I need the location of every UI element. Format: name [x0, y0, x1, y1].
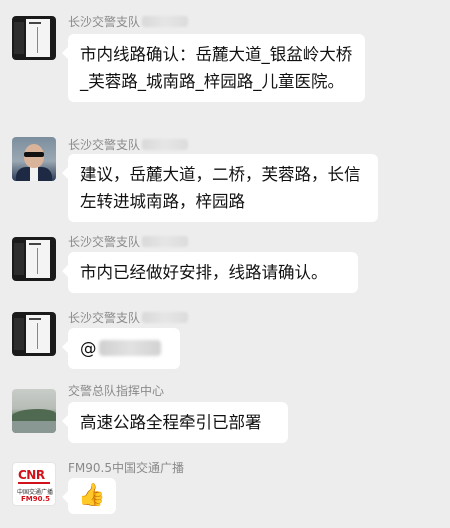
mention-text: @	[80, 339, 97, 358]
redacted-mention	[98, 340, 161, 356]
message-bubble[interactable]: @	[62, 328, 180, 369]
sender-name: 长沙交警支队	[68, 136, 189, 153]
document-avatar[interactable]	[12, 237, 56, 281]
person-sunglasses-avatar[interactable]	[12, 137, 56, 181]
sender-name: FM90.5中国交通广播	[68, 461, 184, 475]
sender-name: 长沙交警支队	[68, 309, 189, 326]
thumbs-up-icon: 👍	[78, 483, 106, 508]
message-bubble[interactable]: 市内已经做好安排，线路请确认。	[62, 252, 358, 293]
message-bubble[interactable]: 建议，岳麓大道，二桥，芙蓉路，长信左转进城南路，梓园路	[62, 154, 378, 222]
landscape-avatar[interactable]	[12, 389, 56, 433]
cnr-logo-freq: FM90.5	[21, 495, 51, 503]
sender-name: 交警总队指挥中心	[68, 384, 165, 398]
document-avatar[interactable]	[12, 16, 56, 60]
thumbs-up-bubble[interactable]: 👍	[62, 478, 116, 514]
sender-name: 长沙交警支队	[68, 13, 189, 30]
cnr-logo-avatar[interactable]: CNR 中国交通广播 FM90.5	[12, 462, 56, 506]
document-avatar[interactable]	[12, 312, 56, 356]
message-bubble[interactable]: 高速公路全程牵引已部署	[62, 402, 288, 443]
message-bubble[interactable]: 市内线路确认：岳麓大道_银盆岭大桥_芙蓉路_城南路_梓园路_儿童医院。	[62, 34, 365, 102]
cnr-logo-text: CNR	[18, 468, 45, 482]
sender-name: 长沙交警支队	[68, 233, 189, 250]
